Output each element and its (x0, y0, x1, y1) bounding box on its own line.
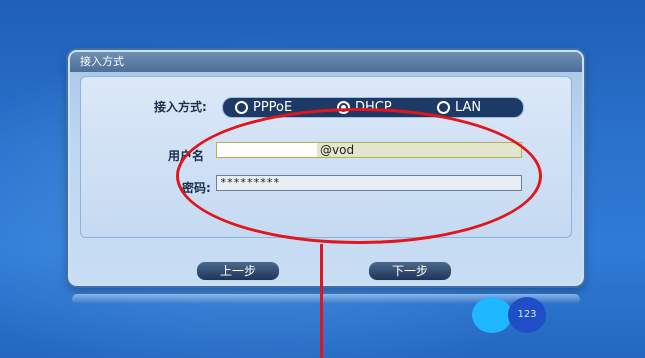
previous-step-button[interactable]: 上一步 (196, 261, 280, 281)
next-step-button[interactable]: 下一步 (368, 261, 452, 281)
input-mode-badge[interactable]: 123 (508, 297, 546, 333)
cyan-circle-icon (472, 297, 512, 333)
radio-button-icon (437, 101, 450, 114)
radio-option-label: LAN (455, 100, 482, 115)
access-method-label: 接入方式: (154, 100, 207, 114)
annotation-pointer-line (320, 244, 323, 358)
radio-option-lan[interactable]: LAN (437, 98, 481, 117)
annotation-ellipse (176, 108, 542, 244)
radio-button-icon (235, 101, 248, 114)
dialog-title: 接入方式 (70, 52, 582, 72)
